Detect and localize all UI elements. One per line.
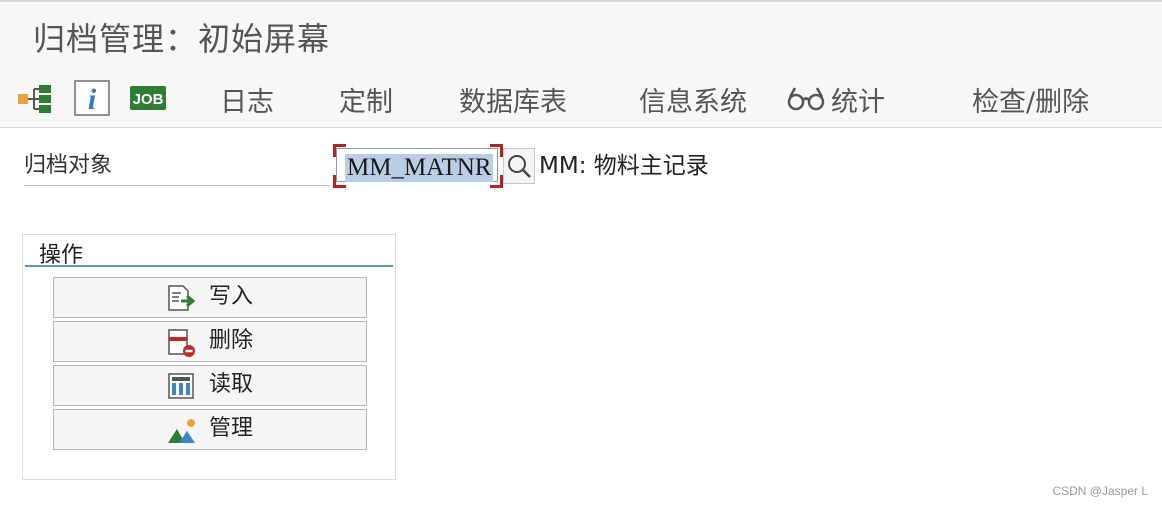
job-icon-label: JOB [133,91,164,108]
focus-corner [333,144,346,157]
glasses-icon[interactable] [787,86,825,116]
archiving-object-field[interactable]: MM_MATNR [336,148,498,182]
delete-button-label: 删除 [209,328,254,353]
menu-database-tables[interactable]: 数据库表 [459,80,567,119]
title-bar: 归档管理：初始屏幕 [0,0,1162,66]
delete-button[interactable]: 删除 [53,321,367,362]
focus-corner [490,144,503,157]
toolbar: i JOB 日志 定制 数据库表 信息系统 统计 检查/删除 [0,66,1162,128]
value-help-button[interactable] [503,148,535,184]
write-button-label: 写入 [209,284,254,309]
job-icon[interactable]: JOB [130,86,166,114]
actions-group: 操作 写入 删除 读取 管理 [22,234,396,480]
menu-statistics[interactable]: 统计 [831,80,885,119]
manage-button[interactable]: 管理 [53,409,367,450]
archiving-object-value[interactable]: MM_MATNR [345,154,494,182]
archiving-object-label: 归档对象 [24,151,330,186]
menu-information-system[interactable]: 信息系统 [639,80,747,119]
info-icon-glyph: i [88,83,97,116]
page-title: 归档管理：初始屏幕 [33,20,331,58]
menu-customizing[interactable]: 定制 [339,80,393,119]
read-button[interactable]: 读取 [53,365,367,406]
group-divider [25,265,393,267]
archiving-object-description: MM: 物料主记录 [539,153,709,179]
write-button[interactable]: 写入 [53,277,367,318]
read-button-label: 读取 [209,372,254,397]
search-icon [508,155,531,178]
delete-icon [167,328,197,362]
hierarchy-icon[interactable] [17,84,55,118]
archiving-object-input[interactable]: MM_MATNR [333,144,503,188]
info-icon[interactable]: i [74,80,110,120]
menu-log[interactable]: 日志 [220,80,274,119]
manage-icon [167,416,199,450]
manage-button-label: 管理 [209,416,254,441]
watermark: CSDN @Jasper L [1052,484,1148,498]
write-icon [167,284,197,316]
focus-corner [333,175,346,188]
read-icon [167,372,197,404]
menu-check-delete[interactable]: 检查/删除 [972,80,1089,119]
focus-corner [490,175,503,188]
